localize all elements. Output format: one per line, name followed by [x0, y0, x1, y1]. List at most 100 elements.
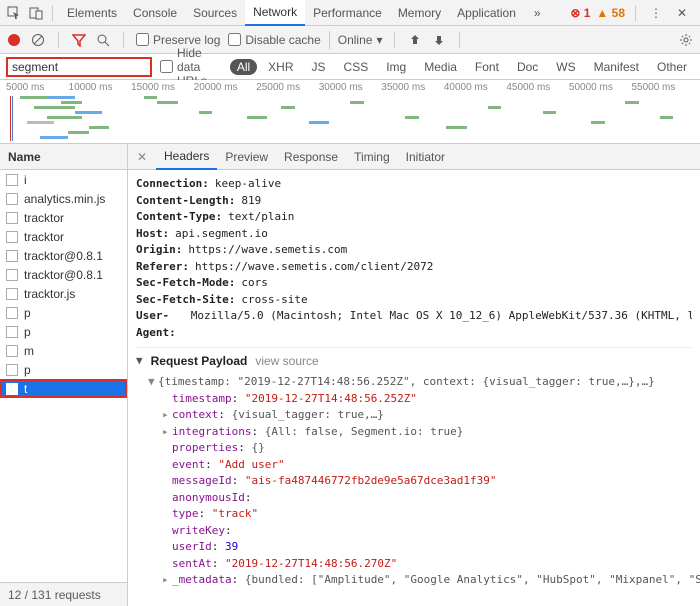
filter-icon[interactable] — [71, 32, 87, 48]
top-tab-elements[interactable]: Elements — [59, 0, 125, 26]
json-key: context — [172, 408, 218, 421]
json-key: _metadata — [172, 573, 232, 586]
filter-chip-font[interactable]: Font — [468, 59, 506, 75]
json-key: messageId — [172, 474, 232, 487]
disclosure-triangle-icon[interactable]: ▸ — [162, 407, 172, 424]
header-value: https://wave.semetis.com — [188, 242, 347, 259]
request-row[interactable]: tracktor@0.8.1 — [0, 265, 127, 284]
request-name: tracktor.js — [24, 287, 75, 301]
request-name: tracktor@0.8.1 — [24, 249, 103, 263]
file-icon — [6, 307, 18, 319]
file-icon — [6, 345, 18, 357]
file-icon — [6, 193, 18, 205]
top-tab-performance[interactable]: Performance — [305, 0, 390, 26]
filter-chip-js[interactable]: JS — [305, 59, 333, 75]
json-key: integrations — [172, 425, 251, 438]
download-icon[interactable] — [431, 32, 447, 48]
request-row[interactable]: i — [0, 170, 127, 189]
filter-input[interactable] — [6, 57, 152, 77]
header-value: Mozilla/5.0 (Macintosh; Intel Mac OS X 1… — [191, 308, 692, 341]
disclosure-triangle-icon[interactable]: ▼ — [148, 374, 158, 391]
disclosure-triangle-icon[interactable]: ▼ — [136, 353, 143, 370]
request-row[interactable]: t — [0, 379, 127, 398]
timeline-label: 45000 ms — [506, 82, 569, 93]
top-tab-network[interactable]: Network — [245, 0, 305, 26]
json-summary: {timestamp: "2019-12-27T14:48:56.252Z", … — [158, 375, 655, 388]
filter-bar: Hide data URLs AllXHRJSCSSImgMediaFontDo… — [0, 54, 700, 80]
close-detail-icon[interactable]: ✕ — [132, 150, 152, 164]
timeline-label: 35000 ms — [381, 82, 444, 93]
top-tab-application[interactable]: Application — [449, 0, 524, 26]
header-value: text/plain — [228, 209, 294, 226]
request-name: analytics.min.js — [24, 192, 105, 206]
detail-tab-timing[interactable]: Timing — [346, 144, 398, 170]
network-timeline[interactable]: 5000 ms10000 ms15000 ms20000 ms25000 ms3… — [0, 80, 700, 144]
disable-cache-checkbox[interactable]: Disable cache — [228, 33, 320, 47]
detail-tab-response[interactable]: Response — [276, 144, 346, 170]
json-key: timestamp — [172, 392, 232, 405]
timeline-label: 25000 ms — [256, 82, 319, 93]
filter-chip-ws[interactable]: WS — [549, 59, 582, 75]
request-list: Name i analytics.min.js tracktor tracktor tr… — [0, 144, 128, 606]
top-tab-sources[interactable]: Sources — [185, 0, 245, 26]
filter-chip-css[interactable]: CSS — [337, 59, 376, 75]
error-badge[interactable]: ⊗ 1 — [570, 6, 590, 20]
search-icon[interactable] — [95, 32, 111, 48]
file-icon — [6, 212, 18, 224]
header-key: Sec-Fetch-Site: — [136, 292, 235, 309]
header-key: User-Agent: — [136, 308, 185, 341]
filter-chip-other[interactable]: Other — [650, 59, 694, 75]
request-row[interactable]: p — [0, 360, 127, 379]
disclosure-triangle-icon[interactable]: ▸ — [162, 424, 172, 441]
request-detail: ✕ HeadersPreviewResponseTimingInitiator … — [128, 144, 700, 606]
filter-chip-img[interactable]: Img — [379, 59, 413, 75]
json-key: anonymousId — [172, 491, 245, 504]
settings-gear-icon[interactable] — [678, 32, 694, 48]
device-toggle-icon[interactable] — [26, 3, 46, 23]
inspect-icon[interactable] — [4, 3, 24, 23]
close-devtools-icon[interactable]: ✕ — [672, 3, 692, 23]
clear-icon[interactable] — [30, 32, 46, 48]
request-row[interactable]: tracktor.js — [0, 284, 127, 303]
name-column-header[interactable]: Name — [0, 144, 127, 170]
filter-chip-manifest[interactable]: Manifest — [587, 59, 646, 75]
json-key: sentAt — [172, 557, 212, 570]
disclosure-triangle-icon[interactable]: ▸ — [162, 572, 172, 589]
file-icon — [6, 383, 18, 395]
detail-tab-initiator[interactable]: Initiator — [398, 144, 453, 170]
json-key: userId — [172, 540, 212, 553]
request-row[interactable]: p — [0, 303, 127, 322]
request-count: 12 / 131 requests — [0, 582, 127, 606]
header-value: keep-alive — [215, 176, 281, 193]
preserve-log-checkbox[interactable]: Preserve log — [136, 33, 220, 47]
request-row[interactable]: tracktor@0.8.1 — [0, 246, 127, 265]
header-value: cross-site — [241, 292, 307, 309]
request-row[interactable]: tracktor — [0, 227, 127, 246]
file-icon — [6, 326, 18, 338]
detail-tab-preview[interactable]: Preview — [217, 144, 276, 170]
filter-chip-doc[interactable]: Doc — [510, 59, 545, 75]
file-icon — [6, 269, 18, 281]
request-row[interactable]: m — [0, 341, 127, 360]
timeline-label: 15000 ms — [131, 82, 194, 93]
detail-tab-headers[interactable]: Headers — [156, 144, 217, 170]
filter-chip-all[interactable]: All — [230, 59, 257, 75]
header-value: api.segment.io — [175, 226, 268, 243]
upload-icon[interactable] — [407, 32, 423, 48]
filter-chip-media[interactable]: Media — [417, 59, 464, 75]
header-value: 819 — [241, 193, 261, 210]
more-tabs[interactable]: » — [526, 0, 549, 26]
request-row[interactable]: tracktor — [0, 208, 127, 227]
throttling-select[interactable]: Online▾ — [329, 31, 383, 49]
filter-chip-xhr[interactable]: XHR — [261, 59, 300, 75]
request-row[interactable]: analytics.min.js — [0, 189, 127, 208]
view-source-link[interactable]: view source — [255, 352, 318, 370]
top-tab-console[interactable]: Console — [125, 0, 185, 26]
warning-badge[interactable]: ▲ 58 — [596, 6, 625, 20]
request-row[interactable]: p — [0, 322, 127, 341]
top-tab-memory[interactable]: Memory — [390, 0, 449, 26]
request-name: tracktor — [24, 230, 64, 244]
kebab-icon[interactable]: ⋮ — [646, 3, 666, 23]
record-button[interactable] — [6, 32, 22, 48]
json-key: properties — [172, 441, 238, 454]
